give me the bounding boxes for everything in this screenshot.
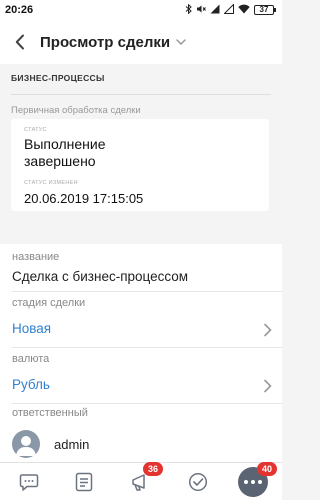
bottom-tab-bar: 36 40	[0, 462, 282, 500]
chevron-right-icon	[264, 379, 272, 393]
page-title: Просмотр сделки	[40, 33, 171, 51]
title-dropdown[interactable]: Просмотр сделки	[40, 34, 186, 51]
chat-icon	[19, 474, 39, 491]
field-value: Рубль	[12, 377, 50, 392]
responsible-user[interactable]: admin	[12, 430, 89, 458]
bluetooth-icon	[185, 3, 192, 17]
wifi-icon	[238, 4, 250, 17]
field-name: название Сделка с бизнес-процессом	[0, 244, 282, 292]
more-badge: 40	[257, 462, 277, 476]
field-label: название	[12, 251, 60, 263]
tab-feed[interactable]	[69, 467, 99, 497]
tab-tasks[interactable]	[183, 467, 213, 497]
chevron-down-icon	[176, 39, 186, 45]
field-stage[interactable]: стадия сделки Новая	[0, 292, 282, 348]
tab-more[interactable]: 40	[238, 462, 277, 497]
status-bar: 20:26 37	[0, 0, 282, 20]
feed-icon	[75, 472, 93, 492]
divider	[11, 94, 271, 95]
user-icon	[16, 436, 36, 456]
back-button[interactable]	[0, 20, 40, 64]
field-label: ответственный	[12, 407, 88, 419]
avatar	[12, 430, 40, 458]
process-card[interactable]: СТАТУС Выполнение завершено СТАТУС ИЗМЕН…	[11, 119, 269, 211]
section-title: БИЗНЕС-ПРОЦЕССЫ	[11, 73, 105, 83]
status-changed-caption: СТАТУС ИЗМЕНЕН	[24, 180, 78, 186]
app-header: Просмотр сделки	[0, 20, 282, 64]
mute-icon	[196, 4, 206, 17]
status-time: 20:26	[5, 4, 34, 16]
deal-fields: название Сделка с бизнес-процессом стади…	[0, 244, 282, 462]
notifications-badge: 36	[143, 462, 163, 476]
business-processes-section: БИЗНЕС-ПРОЦЕССЫ Первичная обработка сдел…	[0, 64, 282, 224]
signal-icon	[210, 4, 220, 17]
field-label: стадия сделки	[12, 297, 86, 309]
field-value: Новая	[12, 321, 52, 336]
check-circle-icon	[188, 472, 208, 492]
tab-notifications[interactable]: 36	[126, 462, 163, 497]
battery-level: 37	[254, 5, 274, 15]
status-caption: СТАТУС	[24, 127, 47, 133]
status-icons: 37	[185, 2, 276, 17]
status-changed-value: 20.06.2019 17:15:05	[24, 191, 144, 206]
status-value: Выполнение завершено	[24, 136, 106, 169]
signal-2-icon	[223, 2, 234, 17]
field-value: Сделка с бизнес-процессом	[12, 269, 189, 284]
tab-chat[interactable]	[14, 467, 44, 497]
field-currency[interactable]: валюта Рубль	[0, 348, 282, 404]
user-name: admin	[54, 436, 90, 452]
process-name: Первичная обработка сделки	[11, 105, 141, 116]
battery-icon: 37	[254, 5, 276, 15]
chevron-right-icon	[264, 323, 272, 337]
back-arrow-icon	[15, 34, 24, 50]
field-label: валюта	[12, 353, 50, 365]
